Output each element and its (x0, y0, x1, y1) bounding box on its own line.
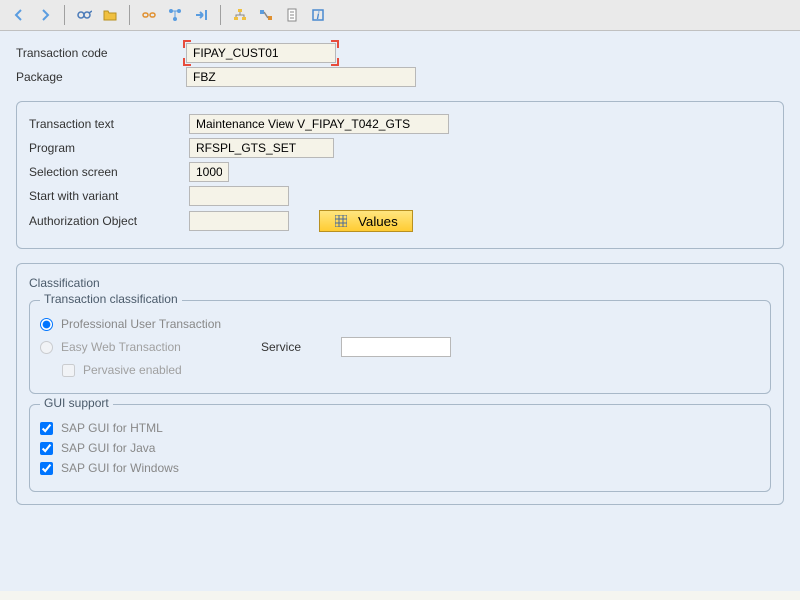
transaction-code-input[interactable] (186, 43, 336, 63)
professional-radio[interactable] (40, 318, 53, 331)
transaction-code-row: Transaction code (16, 43, 784, 63)
transaction-classification-group: Transaction classification Professional … (29, 300, 771, 394)
service-input[interactable] (341, 337, 451, 357)
gui-windows-row: SAP GUI for Windows (40, 461, 760, 475)
pervasive-checkbox-row: Pervasive enabled (62, 363, 760, 377)
gui-java-label: SAP GUI for Java (61, 441, 155, 455)
content-area: Transaction code Package Transaction tex… (0, 31, 800, 591)
hierarchy-icon[interactable] (229, 4, 251, 26)
pervasive-checkbox[interactable] (62, 364, 75, 377)
gui-windows-checkbox[interactable] (40, 462, 53, 475)
gui-html-label: SAP GUI for HTML (61, 421, 163, 435)
classification-title: Classification (29, 276, 771, 290)
easy-web-radio[interactable] (40, 341, 53, 354)
start-with-variant-input[interactable] (189, 186, 289, 206)
toolbar: i (0, 0, 800, 31)
separator (220, 5, 221, 25)
folder-icon[interactable] (99, 4, 121, 26)
values-button-label: Values (358, 214, 398, 229)
professional-radio-row: Professional User Transaction (40, 317, 760, 331)
package-label: Package (16, 70, 186, 84)
transaction-text-label: Transaction text (29, 117, 189, 131)
easy-web-label: Easy Web Transaction (61, 340, 261, 354)
professional-label: Professional User Transaction (61, 317, 221, 331)
authorization-object-label: Authorization Object (29, 214, 189, 228)
gui-support-title: GUI support (40, 396, 113, 410)
grid-icon (334, 214, 348, 228)
service-label: Service (261, 340, 301, 354)
transaction-text-input[interactable] (189, 114, 449, 134)
transaction-text-row: Transaction text (29, 114, 771, 134)
gui-java-row: SAP GUI for Java (40, 441, 760, 455)
authorization-object-row: Authorization Object Values (29, 210, 771, 232)
package-row: Package (16, 67, 784, 87)
gui-html-row: SAP GUI for HTML (40, 421, 760, 435)
package-input[interactable] (186, 67, 416, 87)
gui-windows-label: SAP GUI for Windows (61, 461, 179, 475)
classification-panel: Classification Transaction classificatio… (16, 263, 784, 505)
program-label: Program (29, 141, 189, 155)
details-panel: Transaction text Program Selection scree… (16, 101, 784, 249)
back-icon[interactable] (8, 4, 30, 26)
gui-html-checkbox[interactable] (40, 422, 53, 435)
values-button[interactable]: Values (319, 210, 413, 232)
document-icon[interactable] (281, 4, 303, 26)
info-icon[interactable]: i (307, 4, 329, 26)
forward-icon[interactable] (34, 4, 56, 26)
assign-icon[interactable] (255, 4, 277, 26)
transaction-code-label: Transaction code (16, 46, 186, 60)
export-icon[interactable] (190, 4, 212, 26)
selection-screen-input[interactable] (189, 162, 229, 182)
pervasive-label: Pervasive enabled (83, 363, 182, 377)
gui-support-group: GUI support SAP GUI for HTML SAP GUI for… (29, 404, 771, 492)
svg-text:i: i (317, 11, 320, 22)
separator (129, 5, 130, 25)
program-row: Program (29, 138, 771, 158)
start-with-variant-label: Start with variant (29, 189, 189, 203)
gui-java-checkbox[interactable] (40, 442, 53, 455)
selection-screen-row: Selection screen (29, 162, 771, 182)
display-icon[interactable] (73, 4, 95, 26)
start-with-variant-row: Start with variant (29, 186, 771, 206)
authorization-object-input[interactable] (189, 211, 289, 231)
chain-icon[interactable] (138, 4, 160, 26)
transaction-classification-title: Transaction classification (40, 292, 182, 306)
selection-screen-label: Selection screen (29, 165, 189, 179)
separator (64, 5, 65, 25)
nodes-icon[interactable] (164, 4, 186, 26)
easy-web-radio-row: Easy Web Transaction Service (40, 337, 760, 357)
program-input[interactable] (189, 138, 334, 158)
